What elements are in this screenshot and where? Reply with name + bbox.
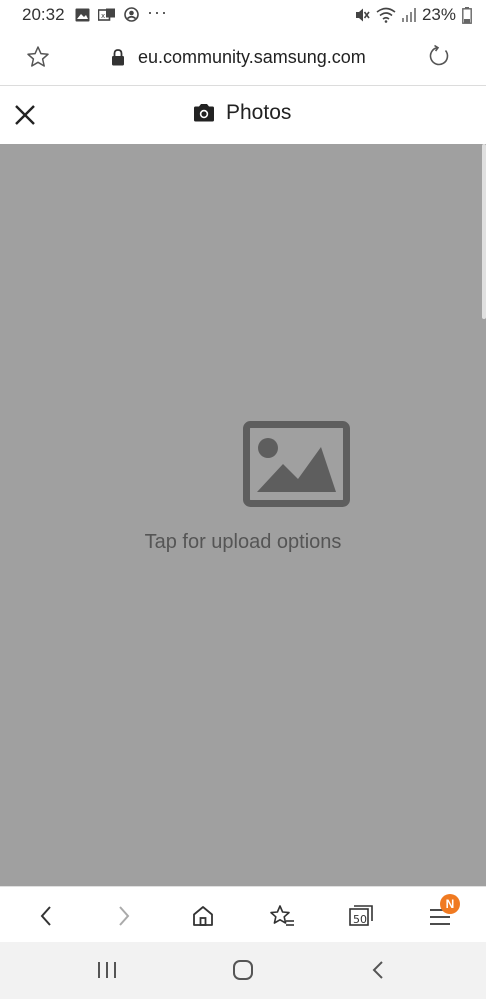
star-outline-icon[interactable]: [26, 45, 50, 69]
lock-icon: [112, 49, 124, 66]
url-bar: eu.community.samsung.com: [0, 30, 486, 86]
tabs-count: 50: [353, 912, 367, 926]
camera-icon: [194, 104, 214, 122]
dialog-title: Photos: [226, 101, 292, 124]
status-left-icons: x: [75, 7, 139, 22]
scroll-indicator: [482, 144, 486, 319]
system-home-icon[interactable]: [230, 957, 256, 983]
forward-button[interactable]: [109, 901, 139, 931]
system-nav-bar: [0, 942, 486, 999]
home-icon: [193, 906, 213, 926]
back-icon: [40, 906, 51, 926]
bookmarks-icon: [270, 905, 294, 926]
status-bar: 20:32 x ··· 23%: [0, 0, 486, 30]
svg-text:x: x: [101, 12, 105, 20]
back-button[interactable]: [31, 901, 61, 931]
header-title-group: Photos: [192, 101, 291, 125]
wifi-icon: [376, 7, 396, 23]
signal-icon: [401, 8, 416, 22]
bookmarks-button[interactable]: [267, 901, 297, 931]
forward-icon: [119, 906, 130, 926]
tabs-button[interactable]: 50: [346, 901, 376, 931]
status-time: 20:32: [22, 5, 65, 24]
gallery-icon: [75, 8, 90, 21]
browser-bottom-nav: 50 N: [0, 886, 486, 942]
more-dots-icon: ···: [147, 2, 168, 22]
url-text[interactable]: eu.community.samsung.com: [138, 47, 366, 68]
image-placeholder-icon: [243, 421, 350, 507]
upload-area[interactable]: Tap for upload options: [0, 144, 486, 886]
notification-icon: x: [98, 8, 115, 21]
recent-apps-icon[interactable]: [95, 957, 119, 983]
reload-icon[interactable]: [427, 44, 451, 68]
photos-dialog-header: Photos: [0, 86, 486, 144]
home-button[interactable]: [188, 901, 218, 931]
upload-prompt[interactable]: Tap for upload options: [0, 531, 486, 554]
system-back-icon[interactable]: [367, 957, 391, 983]
account-icon: [124, 7, 139, 22]
battery-icon: [462, 6, 472, 24]
status-right-icons: 23%: [354, 5, 472, 25]
mute-icon: [355, 8, 370, 22]
battery-percent: 23%: [421, 5, 456, 24]
close-icon[interactable]: [12, 102, 38, 128]
menu-badge: N: [440, 894, 460, 914]
